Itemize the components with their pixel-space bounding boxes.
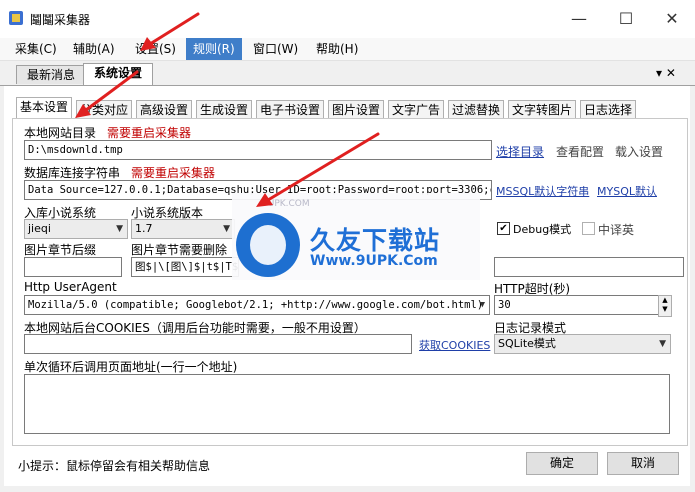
- local-dir-restart-warning: 需要重启采集器: [107, 126, 192, 140]
- tab-list-and-close-icon[interactable]: ▾ ✕: [656, 66, 676, 80]
- menu-rules[interactable]: 规则(R): [186, 38, 242, 60]
- watermark-logo-icon: [236, 213, 300, 277]
- window-title: 鬮鬮采集器: [30, 13, 91, 27]
- menu-settings[interactable]: 设置(S): [128, 38, 183, 60]
- translate-label: 中译英: [598, 223, 635, 237]
- tab-log-select[interactable]: 日志选择: [580, 100, 637, 119]
- loop-url-label: 单次循环后调用页面地址(一行一个地址): [24, 360, 238, 374]
- watermark-url: Www.9UPK.Com: [310, 253, 438, 269]
- tab-filter-replace[interactable]: 过滤替换: [448, 100, 505, 119]
- ua-combobox[interactable]: Mozilla/5.0 (compatible; Googlebot/2.1; …: [24, 295, 490, 315]
- chevron-down-icon: ▼: [223, 224, 230, 234]
- document-tab-strip: 最新消息 系统设置 ▾ ✕: [0, 61, 695, 86]
- menu-help[interactable]: 帮助(H): [309, 38, 365, 60]
- timeout-spinner[interactable]: ▲ ▼: [658, 295, 672, 317]
- watermark-brand: 久友下载站: [310, 226, 441, 255]
- menu-assist[interactable]: 辅助(A): [66, 38, 122, 60]
- tab-latest-news[interactable]: 最新消息: [16, 65, 87, 84]
- title-bar: 鬮鬮采集器 — ☐ ✕: [0, 0, 695, 38]
- tab-text-to-image[interactable]: 文字转图片: [508, 100, 577, 119]
- novel-system-select[interactable]: jieqi ▼: [24, 219, 128, 239]
- debug-checkbox[interactable]: ✔: [497, 222, 510, 235]
- pic-suffix-input[interactable]: [24, 257, 122, 277]
- tab-generate[interactable]: 生成设置: [196, 100, 253, 119]
- tab-basic[interactable]: 基本设置: [16, 97, 73, 120]
- close-button[interactable]: ✕: [649, 5, 695, 33]
- log-mode-select[interactable]: SQLite模式 ▼: [494, 334, 671, 354]
- novel-version-select[interactable]: 1.7 ▼: [131, 219, 235, 239]
- load-settings-link[interactable]: 载入设置: [615, 143, 663, 160]
- loop-url-textarea[interactable]: [24, 374, 670, 434]
- pic-suffix-label: 图片章节后缀: [24, 243, 97, 257]
- cookies-input[interactable]: [24, 334, 412, 354]
- tab-image[interactable]: 图片设置: [328, 100, 385, 119]
- ua-label: Http UserAgent: [24, 280, 117, 294]
- ok-button[interactable]: 确定: [526, 452, 598, 475]
- tab-ebook[interactable]: 电子书设置: [256, 100, 325, 119]
- menu-collect[interactable]: 采集(C): [8, 38, 64, 60]
- novel-system-value: jieqi: [28, 222, 51, 235]
- menu-window[interactable]: 窗口(W): [246, 38, 305, 60]
- chevron-down-icon: ▼: [659, 339, 666, 349]
- mysql-default-link[interactable]: MYSQL默认: [597, 183, 657, 199]
- tab-system-settings[interactable]: 系统设置: [83, 63, 154, 85]
- chevron-down-icon: ▼: [479, 300, 485, 310]
- choose-dir-link[interactable]: 选择目录: [496, 143, 544, 160]
- app-icon: [9, 11, 23, 25]
- watermark-faint-text: 9UPK.COM: [262, 199, 310, 209]
- tab-text-ad[interactable]: 文字广告: [388, 100, 445, 119]
- view-config-link[interactable]: 查看配置: [556, 143, 604, 160]
- novel-version-value: 1.7: [135, 222, 153, 235]
- db-conn-label: 数据库连接字符串: [24, 166, 121, 180]
- pic-extra-input[interactable]: [494, 257, 684, 277]
- log-mode-value: SQLite模式: [498, 337, 556, 350]
- watermark: 9UPK.COM 久友下载站 Www.9UPK.Com: [232, 193, 480, 280]
- timeout-input[interactable]: 30: [494, 295, 662, 315]
- debug-label: Debug模式: [513, 223, 572, 236]
- mssql-default-link[interactable]: MSSQL默认字符串: [496, 183, 589, 199]
- maximize-button[interactable]: ☐: [603, 5, 649, 33]
- local-dir-label: 本地网站目录: [24, 126, 97, 140]
- minimize-button[interactable]: —: [556, 5, 602, 33]
- menu-bar: 采集(C) 辅助(A) 设置(S) 规则(R) 窗口(W) 帮助(H): [0, 38, 695, 61]
- pic-delete-input[interactable]: 图$|\[图\]$|t$|T$: [131, 257, 239, 277]
- ua-value: Mozilla/5.0 (compatible; Googlebot/2.1; …: [28, 299, 484, 311]
- fetch-cookies-link[interactable]: 获取COOKIES: [419, 337, 490, 353]
- db-restart-warning: 需要重启采集器: [131, 166, 216, 180]
- pic-delete-label: 图片章节需要删除: [131, 243, 228, 257]
- chevron-down-icon: ▼: [116, 224, 123, 234]
- cancel-button[interactable]: 取消: [607, 452, 679, 475]
- tab-category-map[interactable]: 分类对应: [76, 100, 133, 119]
- local-dir-input[interactable]: D:\msdownld.tmp: [24, 140, 492, 160]
- tip-text: 小提示：鼠标停留会有相关帮助信息: [18, 459, 211, 473]
- translate-checkbox[interactable]: [582, 222, 595, 235]
- tab-advanced[interactable]: 高级设置: [136, 100, 193, 119]
